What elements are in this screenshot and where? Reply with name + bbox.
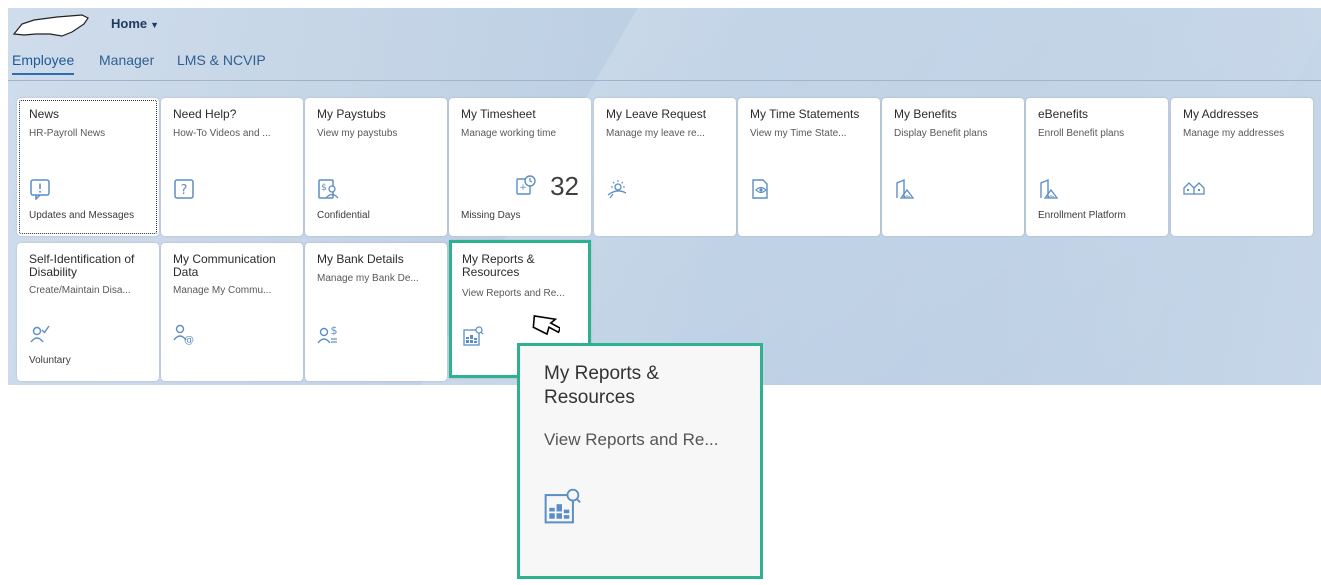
- tile-subtitle: Manage working time: [461, 128, 557, 139]
- person-at-icon: @: [173, 324, 194, 345]
- nc-state-logo[interactable]: [12, 12, 92, 40]
- tile-self-identification[interactable]: Self-Identification of Disability Create…: [17, 243, 159, 381]
- person-dollar-icon: $: [317, 324, 338, 344]
- tile-subtitle: Display Benefit plans: [894, 128, 988, 139]
- tile-subtitle: Enroll Benefit plans: [1038, 128, 1125, 139]
- home-menu-label: Home: [111, 16, 148, 31]
- svg-text:?: ?: [181, 183, 188, 198]
- tile-subtitle: Manage my addresses: [1183, 128, 1285, 139]
- caret-down-icon: ▼: [150, 20, 160, 30]
- benefits-building-icon: [1040, 178, 1059, 199]
- tile-footer: Missing Days: [461, 210, 521, 221]
- tile-title: My Leave Request: [606, 107, 707, 121]
- missing-days-count: 32: [550, 171, 579, 201]
- tile-footer: Updates and Messages: [29, 210, 135, 221]
- tile-title: My Benefits: [894, 107, 957, 121]
- svg-text:$: $: [331, 324, 338, 337]
- houses-icon: [1183, 182, 1205, 195]
- tab-lms-ncvip[interactable]: LMS & NCVIP: [177, 52, 266, 68]
- svg-text:@: @: [184, 335, 194, 345]
- tile-title: My Reports & Resources: [462, 252, 535, 279]
- zoomed-tile-callout[interactable]: My Reports & Resources View Reports and …: [517, 343, 763, 579]
- report-search-icon: [544, 488, 581, 524]
- benefits-building-icon: [896, 178, 915, 199]
- tile-subtitle: Manage my Bank De...: [317, 273, 419, 284]
- tile-my-timesheet[interactable]: My Timesheet Manage working time + 32 Mi…: [449, 98, 591, 236]
- paystub-icon: $: [318, 179, 339, 199]
- tile-title: My Paystubs: [317, 107, 386, 121]
- tile-my-benefits[interactable]: My Benefits Display Benefit plans: [882, 98, 1024, 236]
- tile-subtitle: Manage My Commu...: [173, 285, 272, 296]
- tile-my-addresses[interactable]: My Addresses Manage my addresses: [1171, 98, 1313, 236]
- tile-title: My Bank Details: [317, 252, 404, 266]
- callout-subtitle: View Reports and Re...: [544, 430, 719, 449]
- tile-subtitle: View my paystubs: [317, 128, 398, 139]
- tile-title: News: [29, 107, 60, 121]
- question-icon: ?: [174, 179, 194, 199]
- tab-manager[interactable]: Manager: [99, 52, 154, 68]
- tile-my-bank-details[interactable]: My Bank Details Manage my Bank De... $: [305, 243, 447, 381]
- report-search-icon: [463, 326, 484, 346]
- svg-text:$: $: [321, 183, 327, 193]
- tile-footer: Confidential: [317, 210, 370, 221]
- tile-footer: Enrollment Platform: [1038, 210, 1126, 221]
- tile-title: My Addresses: [1183, 107, 1259, 121]
- tile-subtitle: Create/Maintain Disa...: [29, 285, 131, 296]
- tile-subtitle: View Reports and Re...: [462, 288, 565, 299]
- callout-title: My Reports & Resources: [544, 363, 660, 408]
- sun-horizon-icon: [607, 180, 627, 199]
- tile-title: My Timesheet: [461, 107, 536, 121]
- tab-employee[interactable]: Employee: [12, 52, 75, 75]
- pointer-cursor-icon: [532, 315, 560, 336]
- tile-title: Need Help?: [173, 107, 237, 121]
- person-check-icon: [30, 325, 50, 343]
- tab-divider: [8, 80, 1321, 81]
- tile-title: eBenefits: [1038, 107, 1089, 121]
- tile-subtitle: Manage my leave re...: [606, 128, 705, 139]
- exclamation-icon: [30, 179, 50, 200]
- tile-my-communication-data[interactable]: My Communication Data Manage My Commu...…: [161, 243, 303, 381]
- tile-title: Self-Identification of Disability: [29, 252, 135, 279]
- tile-footer: Voluntary: [29, 355, 71, 366]
- tile-news[interactable]: News HR-Payroll News Updates and Message…: [17, 98, 159, 236]
- timesheet-icon: +: [516, 175, 536, 195]
- tile-title: My Communication Data: [173, 252, 276, 279]
- tile-need-help[interactable]: Need Help? How-To Videos and ... ?: [161, 98, 303, 236]
- tile-ebenefits[interactable]: eBenefits Enroll Benefit plans Enrollmen…: [1026, 98, 1168, 236]
- tile-title: My Time Statements: [750, 107, 860, 121]
- home-menu[interactable]: Home ▼: [111, 16, 159, 31]
- tile-subtitle: View my Time State...: [750, 128, 847, 139]
- tile-my-leave-request[interactable]: My Leave Request Manage my leave re...: [594, 98, 736, 236]
- document-eye-icon: [752, 179, 768, 199]
- tile-subtitle: How-To Videos and ...: [173, 128, 271, 139]
- tile-subtitle: HR-Payroll News: [29, 128, 106, 139]
- tile-my-time-statements[interactable]: My Time Statements View my Time State...: [738, 98, 880, 236]
- shell-header: Home ▼: [8, 8, 1321, 42]
- tile-my-paystubs[interactable]: My Paystubs View my paystubs $ Confident…: [305, 98, 447, 236]
